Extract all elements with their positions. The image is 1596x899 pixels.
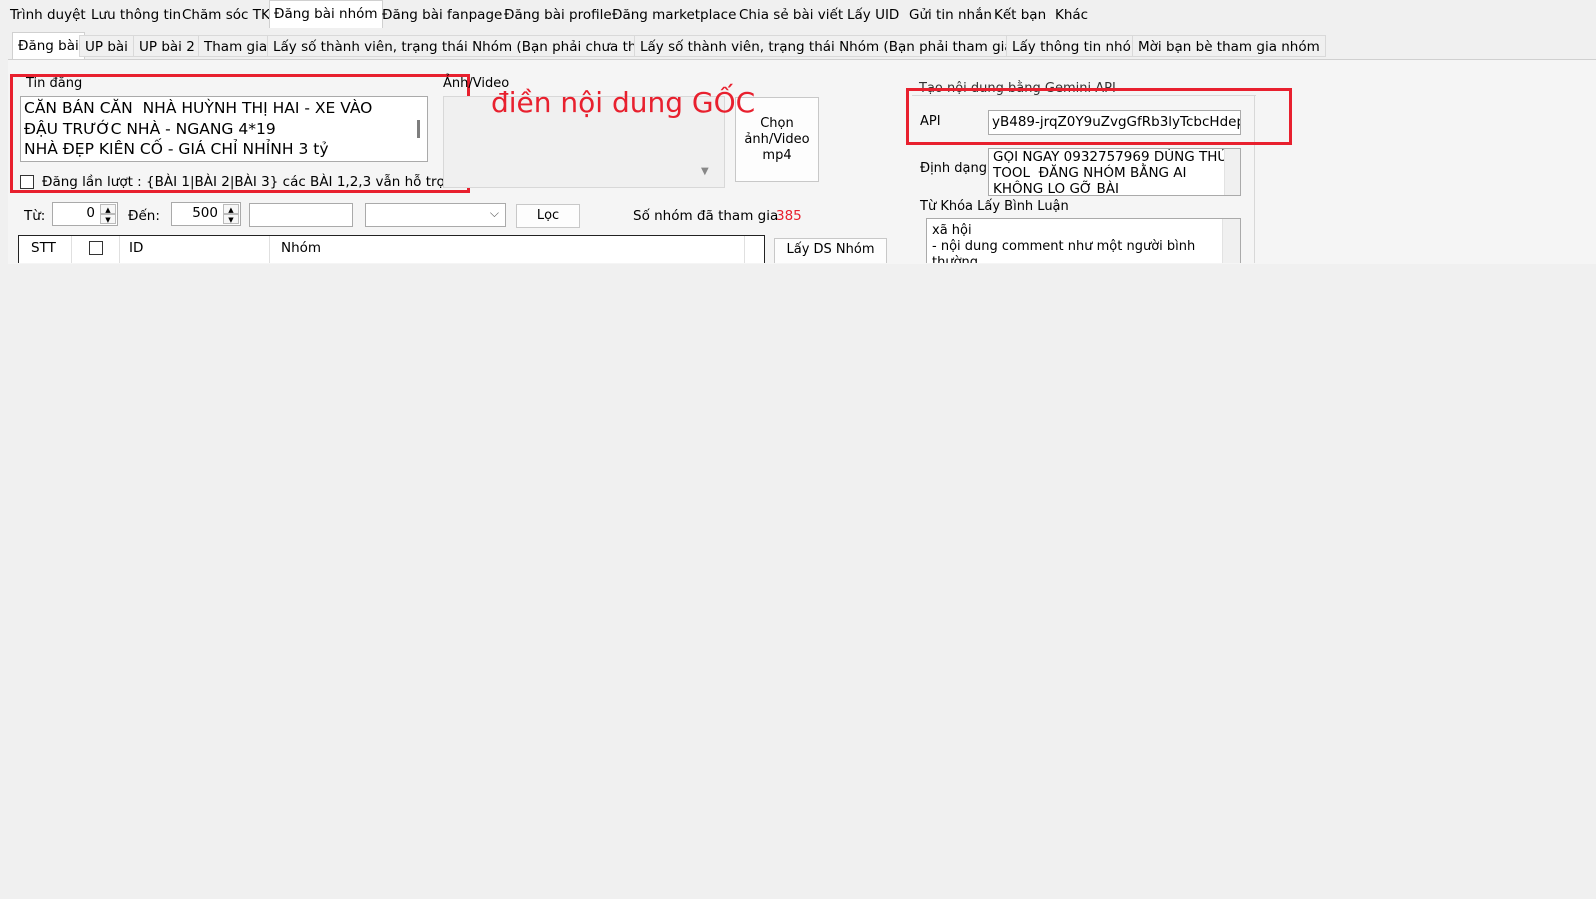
column-divider <box>119 236 120 263</box>
api-key-input[interactable]: yB489-jrqZ0Y9uZvgGfRb3lyTcbcHdepFQ <box>988 110 1241 135</box>
groups-table: STT ID Nhóm <box>18 235 765 263</box>
tab-ket-ban[interactable]: Kết bạn <box>990 4 1050 26</box>
format-textarea[interactable]: GỌI NGAY 0932757969 DÙNG THỬ TOOL ĐĂNG N… <box>988 148 1241 196</box>
to-value: 500 <box>192 205 218 221</box>
scrollbar-thumb[interactable] <box>417 120 420 138</box>
tab-dang-marketplace[interactable]: Đăng marketplace <box>608 4 740 26</box>
subtab-moi-ban-be[interactable]: Mời bạn bè tham gia nhóm <box>1132 35 1326 57</box>
to-label: Đến: <box>128 208 160 224</box>
tab-chia-se-bai-viet[interactable]: Chia sẻ bài viết <box>735 4 847 26</box>
tab-dang-bai-profile[interactable]: Đăng bài profile <box>500 4 616 26</box>
gemini-group-border-right <box>1254 95 1255 263</box>
from-spin-down-icon[interactable]: ▼ <box>100 214 116 224</box>
get-groups-button[interactable]: Lấy DS Nhóm <box>774 238 887 263</box>
tab-dang-bai-fanpage[interactable]: Đăng bài fanpage <box>378 4 506 26</box>
filter-button[interactable]: Lọc <box>516 204 580 228</box>
subtab-lay-thong-tin-nhom[interactable]: Lấy thông tin nhóm <box>1006 35 1151 57</box>
tab-cham-soc-tk[interactable]: Chăm sóc TK <box>178 4 274 26</box>
to-number-input[interactable]: 500 ▲ ▼ <box>171 202 241 226</box>
subtab-dang-bai[interactable]: Đăng bài <box>12 32 85 60</box>
tab-dang-bai-nhom[interactable]: Đăng bài nhóm <box>269 0 383 28</box>
subtab-up-bai[interactable]: UP bài <box>79 35 134 57</box>
subtab-up-bai-2[interactable]: UP bài 2 <box>133 35 201 57</box>
api-label: API <box>920 114 941 129</box>
spin-checkbox[interactable] <box>20 175 34 189</box>
keyword-scrollbar[interactable] <box>1222 219 1240 263</box>
subtab-lay-so-thanh-vien-da[interactable]: Lấy số thành viên, trạng thái Nhóm (Bạn … <box>634 35 1067 57</box>
filter-text-input[interactable] <box>249 203 353 227</box>
format-label: Định dạng <box>920 161 988 176</box>
gemini-group-border <box>912 95 1256 96</box>
chevron-down-icon: ⌵ <box>489 206 499 220</box>
filter-select[interactable]: ⌵ <box>365 203 506 227</box>
column-header-nhom: Nhóm <box>281 240 322 256</box>
media-scroll-down-icon[interactable]: ▼ <box>701 166 709 177</box>
post-group-label: Tin đăng <box>26 76 83 91</box>
tab-luu-thong-tin[interactable]: Lưu thông tin <box>87 4 185 26</box>
from-value: 0 <box>86 205 95 221</box>
keyword-label: Từ Khóa Lấy Bình Luận <box>920 199 1069 214</box>
main-tab-strip: Trình duyệt Lưu thông tin Chăm sóc TK Đă… <box>0 0 1596 28</box>
annotation-text: điền nội dung GỐC <box>491 86 756 119</box>
spin-checkbox-label: Đăng lần lượt : {BÀI 1|BÀI 2|BÀI 3} các … <box>42 174 480 190</box>
column-header-id: ID <box>129 240 144 256</box>
from-spin-up-icon[interactable]: ▲ <box>100 204 116 214</box>
column-header-stt: STT <box>31 240 56 256</box>
to-spin-up-icon[interactable]: ▲ <box>223 204 239 214</box>
column-divider <box>744 236 745 263</box>
to-spin-down-icon[interactable]: ▼ <box>223 214 239 224</box>
select-all-checkbox[interactable] <box>89 241 103 255</box>
subtab-tham-gia[interactable]: Tham gia <box>198 35 274 57</box>
keyword-textarea[interactable]: xã hội - nội dung comment như một người … <box>926 218 1241 263</box>
subtab-lay-so-thanh-vien-chua[interactable]: Lấy số thành viên, trạng thái Nhóm (Bạn … <box>267 35 695 57</box>
gemini-group-label: Tạo nội dung bằng Gemini API <box>919 81 1116 96</box>
from-label: Từ: <box>24 208 46 224</box>
tab-lay-uid[interactable]: Lấy UID <box>843 4 903 26</box>
joined-groups-label: Số nhóm đã tham gia <box>633 208 779 224</box>
post-scrollbar[interactable] <box>414 98 426 160</box>
column-divider <box>71 236 72 263</box>
post-content-textarea[interactable]: CĂN BÁN CĂN NHÀ HUỲNH THỊ HAI - XE VÀO Đ… <box>20 96 428 162</box>
tab-khac[interactable]: Khác <box>1051 4 1092 26</box>
from-number-input[interactable]: 0 ▲ ▼ <box>52 202 118 226</box>
format-scrollbar[interactable] <box>1224 149 1240 195</box>
column-divider <box>269 236 270 263</box>
tab-gui-tin-nhan[interactable]: Gửi tin nhắn <box>905 4 996 26</box>
sub-tab-strip: Đăng bài UP bài UP bài 2 Tham gia Lấy số… <box>6 32 1596 60</box>
tab-trinh-duyet[interactable]: Trình duyệt <box>6 4 90 26</box>
joined-groups-count: 385 <box>776 208 802 224</box>
